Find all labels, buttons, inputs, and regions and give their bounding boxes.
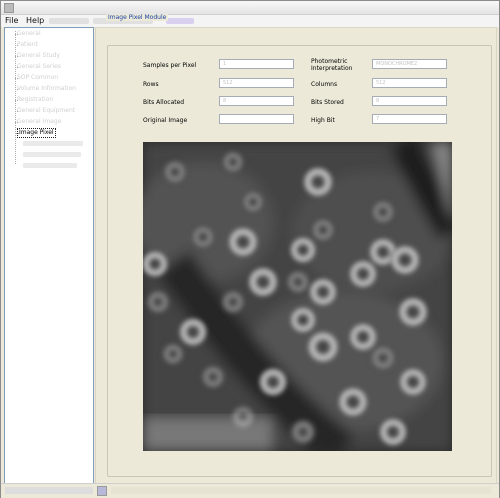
tree-item-general-image[interactable]: General Image bbox=[14, 118, 61, 126]
menu-file[interactable]: File bbox=[5, 16, 18, 25]
label-columns: Columns bbox=[311, 81, 338, 88]
tree-item-blurred[interactable] bbox=[23, 152, 81, 157]
rows-field[interactable]: 512 bbox=[219, 78, 294, 88]
group-title: Image Pixel Module bbox=[106, 14, 169, 21]
tree-item-general-equipment[interactable]: General Equipment bbox=[14, 107, 75, 115]
bits-stored-field[interactable]: 8 bbox=[372, 96, 447, 106]
label-samples-per-pixel: Samples per Pixel bbox=[143, 62, 197, 69]
app-icon bbox=[4, 3, 14, 13]
tree-item-general-study[interactable]: General Study bbox=[15, 52, 60, 60]
tree-item-registration[interactable]: Registration bbox=[14, 96, 53, 104]
samples-per-pixel-field[interactable]: 1 bbox=[219, 59, 294, 69]
label-high-bit: High Bit bbox=[311, 117, 335, 124]
tree-connector bbox=[15, 31, 16, 164]
tree-item-general-series[interactable]: General Series bbox=[14, 63, 61, 71]
microscopy-image bbox=[143, 142, 452, 451]
label-original-image: Original Image bbox=[143, 117, 188, 124]
menu-placeholder bbox=[49, 18, 89, 24]
application-window: File Help General Patient General Study … bbox=[0, 0, 500, 498]
bits-allocated-field[interactable]: 8 bbox=[219, 96, 294, 106]
label-bits-stored: Bits Stored bbox=[311, 99, 344, 106]
tree-item-patient[interactable]: Patient bbox=[15, 41, 38, 49]
pixel-image-viewer[interactable] bbox=[143, 142, 452, 451]
label-rows: Rows bbox=[143, 81, 159, 88]
status-icon bbox=[97, 486, 107, 496]
original-image-field[interactable] bbox=[219, 114, 294, 124]
status-segment bbox=[5, 487, 93, 494]
tree-item-image-pixel[interactable]: Image Pixel bbox=[16, 128, 56, 138]
menu-bar: File Help bbox=[1, 15, 499, 27]
photometric-interpretation-field[interactable]: MONOCHROME2 bbox=[372, 59, 447, 69]
module-tree: General Patient General Study General Se… bbox=[4, 27, 94, 484]
status-segment bbox=[111, 487, 491, 494]
tree-item-general[interactable]: General bbox=[15, 30, 41, 38]
columns-field[interactable]: 512 bbox=[372, 78, 447, 88]
status-bar bbox=[1, 483, 499, 498]
tree-item-volume-information[interactable]: Volume Information bbox=[15, 85, 76, 93]
tree-item-blurred[interactable] bbox=[23, 141, 83, 146]
label-bits-allocated: Bits Allocated bbox=[143, 99, 185, 106]
menu-help[interactable]: Help bbox=[26, 16, 44, 25]
tree-item-sop-common[interactable]: SOP Common bbox=[14, 74, 58, 82]
label-photometric-interpretation: Photometric Interpretation bbox=[311, 58, 353, 72]
high-bit-field[interactable]: 7 bbox=[372, 114, 447, 124]
toolbar-icons bbox=[166, 18, 194, 24]
tree-item-blurred[interactable] bbox=[23, 163, 77, 168]
title-bar bbox=[1, 1, 499, 15]
